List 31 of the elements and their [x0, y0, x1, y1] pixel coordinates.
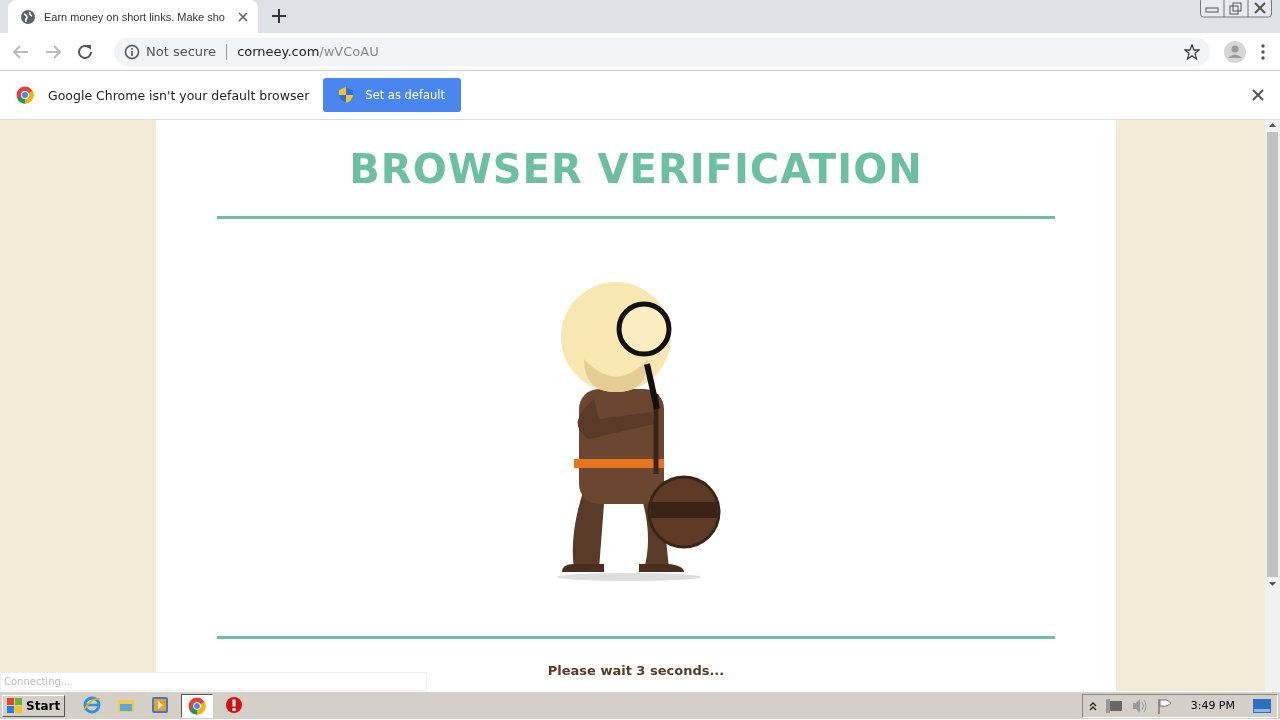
close-icon[interactable]: [238, 11, 248, 22]
url-text: corneey.com/wVCoAU: [237, 44, 379, 59]
browser-tab[interactable]: Earn money on short links. Make sho: [8, 0, 258, 33]
window-controls[interactable]: [1200, 0, 1272, 18]
chevron-icon[interactable]: [1088, 700, 1097, 711]
security-label: Not secure: [146, 44, 217, 59]
shield-icon: [339, 87, 354, 103]
show-desktop-icon[interactable]: [1253, 698, 1271, 713]
globe-icon: [20, 8, 36, 25]
scrollbar[interactable]: [1265, 120, 1280, 691]
chrome-taskbar-icon[interactable]: [181, 693, 214, 718]
reload-icon[interactable]: [76, 42, 94, 61]
network-icon[interactable]: [1104, 697, 1123, 714]
start-button[interactable]: Start: [2, 694, 66, 717]
close-icon[interactable]: [1252, 89, 1264, 101]
set-default-button[interactable]: Set as default: [323, 78, 462, 112]
clock: 3:49 PM: [1190, 699, 1235, 712]
windows-logo-icon: [7, 697, 23, 714]
flag-icon[interactable]: [1156, 697, 1173, 714]
tab-title: Earn money on short links. Make sho: [44, 10, 226, 23]
wait-message: Please wait 3 seconds...: [547, 663, 725, 678]
profile-icon[interactable]: [1224, 40, 1246, 63]
info-icon[interactable]: [124, 43, 140, 60]
infobar-message: Google Chrome isn't your default browser: [48, 87, 310, 103]
status-bubble: Connecting...: [0, 672, 427, 691]
new-tab-icon[interactable]: [272, 9, 286, 23]
chrome-logo-icon: [16, 86, 34, 104]
menu-icon[interactable]: [1260, 42, 1266, 61]
address-bar[interactable]: Not secure corneey.com/wVCoAU: [114, 37, 1210, 66]
page-heading: BROWSER VERIFICATION: [349, 146, 923, 192]
star-icon[interactable]: [1184, 43, 1200, 60]
